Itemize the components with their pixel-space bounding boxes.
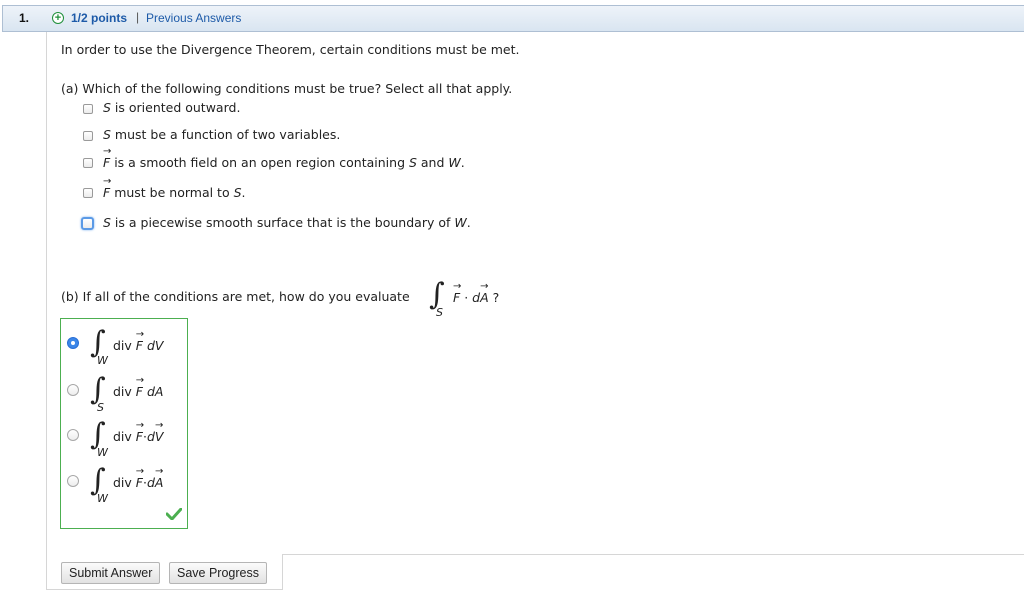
checkbox-option-3[interactable] xyxy=(83,158,93,168)
checkbox-option-1[interactable] xyxy=(83,104,93,114)
prompt-integrand: F · dA ? xyxy=(453,281,499,305)
part-a-prompt: (a) Which of the following conditions mu… xyxy=(61,81,513,96)
question-frame-step-top xyxy=(282,554,1024,555)
plus-circle-icon[interactable]: + xyxy=(52,12,64,24)
checkbox-option-4[interactable] xyxy=(83,188,93,198)
checkbox-option-5[interactable] xyxy=(81,217,94,230)
part-a-option-3[interactable]: F is a smooth field on an open region co… xyxy=(103,146,465,170)
prompt-integral-sub: S xyxy=(436,306,443,319)
option-3-integrand[interactable]: div F·dV xyxy=(113,420,163,444)
header-separator: | xyxy=(136,10,140,24)
option-2-sub: S xyxy=(97,401,104,414)
question-intro: In order to use the Divergence Theorem, … xyxy=(61,42,520,57)
part-a-option-5[interactable]: S is a piecewise smooth surface that is … xyxy=(103,215,471,230)
correct-check-icon xyxy=(166,508,182,520)
question-frame-step xyxy=(282,554,283,590)
radio-option-3[interactable] xyxy=(67,429,79,441)
save-progress-button[interactable]: Save Progress xyxy=(169,562,267,584)
submit-answer-button[interactable]: Submit Answer xyxy=(61,562,161,584)
part-a-option-2[interactable]: S must be a function of two variables. xyxy=(103,127,340,142)
question-frame-left xyxy=(46,32,47,590)
question-number: 1. xyxy=(19,11,30,25)
question-header: 1. + 1/2 points | Previous Answers xyxy=(2,5,1024,32)
option-4-integrand[interactable]: div F·dA xyxy=(113,466,163,490)
question-frame-bottom xyxy=(46,589,282,590)
checkbox-option-2[interactable] xyxy=(83,131,93,141)
part-a-option-4[interactable]: F must be normal to S. xyxy=(103,176,246,200)
option-2-integrand[interactable]: div F dA xyxy=(113,375,163,399)
option-3-sub: W xyxy=(97,446,108,459)
previous-answers-link[interactable]: Previous Answers xyxy=(146,11,241,25)
option-1-sub: W xyxy=(97,354,108,367)
radio-option-1[interactable] xyxy=(67,337,79,349)
radio-option-4[interactable] xyxy=(67,475,79,487)
part-b-prompt: (b) If all of the conditions are met, ho… xyxy=(61,289,410,304)
option-1-integrand[interactable]: div F dV xyxy=(113,329,163,353)
option-4-sub: W xyxy=(97,492,108,505)
points-label: 1/2 points xyxy=(71,11,128,25)
radio-option-2[interactable] xyxy=(67,384,79,396)
part-a-option-1[interactable]: S is oriented outward. xyxy=(103,100,240,115)
